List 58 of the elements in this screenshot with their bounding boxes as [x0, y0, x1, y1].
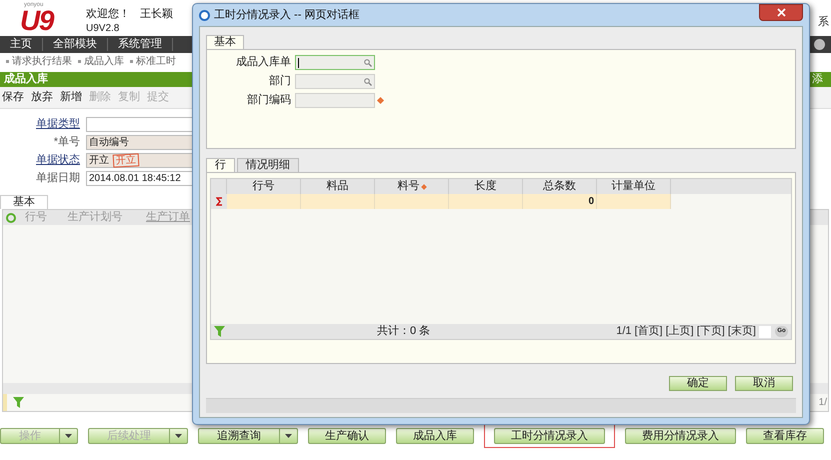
user-name: 王长颖 [140, 8, 173, 21]
filter-icon[interactable] [214, 326, 225, 337]
action-button[interactable]: 费用分情况录入 [625, 428, 736, 444]
action-button[interactable]: 追溯查询 [198, 428, 298, 444]
caret-icon[interactable] [285, 434, 292, 438]
version-text: U9V2.8 [86, 22, 120, 35]
toolbar-button[interactable]: 保存 [2, 89, 24, 106]
breadcrumb-item[interactable]: 请求执行结果 [6, 54, 72, 69]
welcome-text: 欢迎您！ [86, 8, 130, 21]
dialog-tab[interactable]: 情况明细 [237, 158, 299, 172]
pager-link[interactable]: [首页] [634, 323, 663, 340]
field-label[interactable]: 单据状态 [24, 152, 80, 169]
input-field[interactable] [295, 55, 375, 70]
field-label: *单号 [52, 135, 80, 150]
total-count: 共计：0 条 [377, 324, 430, 340]
page-indicator: 1/1 [616, 324, 632, 340]
close-button[interactable] [759, 4, 803, 20]
action-button[interactable]: 生产确认 [308, 428, 386, 444]
pager-link[interactable]: [下页] [696, 323, 725, 340]
dialog-tab[interactable]: 基本 [206, 35, 244, 49]
browser-icon [199, 10, 210, 20]
dialog-title: 工时分情况录入 -- 网页对话框 [214, 8, 360, 23]
dialog-button[interactable]: 确定 [669, 376, 727, 391]
nav-item[interactable]: 全部模块 [43, 38, 108, 51]
required-icon [420, 184, 426, 190]
field-label: 单据日期 [35, 171, 80, 186]
breadcrumb-item[interactable]: 成品入库 [78, 54, 124, 69]
action-button[interactable]: 工时分情况录入 [494, 428, 605, 444]
pager-link[interactable]: [末页] [728, 323, 756, 340]
page-title: 成品入库 [4, 72, 48, 88]
toolbar-button[interactable]: 放弃 [31, 89, 53, 106]
add-link[interactable]: 添 [812, 71, 823, 88]
grid-tab[interactable]: 基本 [0, 195, 48, 209]
pager-text: 1/ [818, 396, 827, 410]
action-button[interactable]: 成品入库 [396, 428, 474, 444]
pager-link[interactable]: [上页] [666, 323, 694, 340]
search-icon[interactable] [364, 78, 372, 86]
toolbar-button[interactable]: 新增 [60, 89, 82, 106]
field-label: 部门 [268, 74, 292, 90]
status-stamp: 开立 [112, 153, 140, 168]
breadcrumb-item[interactable]: 标准工时 [130, 54, 176, 69]
field-label: 成品入库单 [235, 54, 292, 70]
status-ring-icon [6, 212, 16, 222]
sum-cell: 0 [523, 194, 597, 209]
dialog-button[interactable]: 取消 [735, 376, 793, 391]
field-label[interactable]: 单据类型 [24, 116, 80, 133]
action-button[interactable]: 查看库存 [746, 428, 824, 444]
close-icon [776, 8, 786, 16]
dialog-tab[interactable]: 行 [206, 158, 235, 172]
nav-item[interactable]: 系统管理 [108, 38, 173, 51]
system-link[interactable]: 系 [818, 14, 829, 30]
filter-icon[interactable] [13, 397, 24, 408]
nav-item[interactable]: 主页 [0, 38, 43, 51]
input-field[interactable] [295, 93, 375, 108]
page-input[interactable] [759, 326, 771, 338]
field-label: 部门编码 [246, 92, 292, 108]
input-field[interactable] [295, 74, 375, 89]
search-icon[interactable] [364, 58, 372, 66]
